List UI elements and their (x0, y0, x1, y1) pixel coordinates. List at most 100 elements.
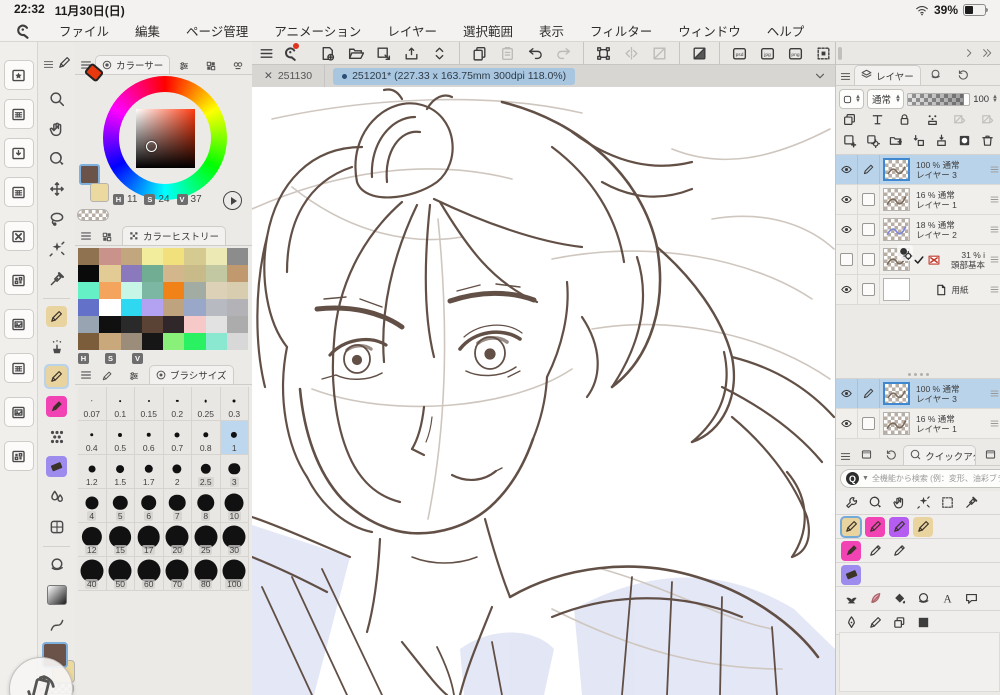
brush-size-30[interactable]: 30 (220, 523, 249, 557)
menu-item-レイヤー[interactable]: レイヤー (374, 21, 450, 40)
quick-feather[interactable] (865, 589, 885, 609)
history-swatch[interactable] (226, 333, 248, 350)
redo-button[interactable] (553, 43, 574, 63)
brush-size-0.25[interactable]: 0.25 (192, 387, 221, 421)
import-button[interactable] (373, 43, 394, 63)
quick-bubble[interactable] (961, 589, 981, 609)
history-swatch[interactable] (120, 282, 142, 299)
panel-menu-icon[interactable] (839, 70, 852, 83)
quick-pen[interactable] (889, 516, 909, 537)
menu-item-アニメーション[interactable]: アニメーション (261, 21, 374, 40)
menu-item-フィルター[interactable]: フィルター (577, 21, 665, 40)
quick-hand[interactable] (889, 493, 909, 513)
menu-item-ヘルプ[interactable]: ヘルプ (754, 21, 818, 40)
history-swatch[interactable] (141, 282, 163, 299)
palette-dock-folder-pattern[interactable] (3, 265, 34, 295)
history-swatch[interactable] (120, 333, 142, 350)
layer-drag-handle[interactable] (987, 245, 1000, 274)
menu-item-表示[interactable]: 表示 (526, 21, 577, 40)
tool-gradient[interactable] (44, 582, 69, 607)
secondary-color-swatch[interactable] (90, 183, 109, 202)
brush-size-0.5[interactable]: 0.5 (106, 421, 135, 455)
palette-dock-folder-image[interactable] (3, 397, 34, 427)
tool-magnifier[interactable] (44, 86, 69, 111)
layer-row-レイヤー 1[interactable]: 16 % 通常 レイヤー 1 (836, 185, 1000, 215)
saturation-value-box[interactable] (136, 109, 195, 168)
history-swatch[interactable] (184, 316, 206, 333)
brush-size-4[interactable]: 4 (78, 489, 107, 523)
quick-wand[interactable] (913, 493, 933, 513)
history-swatch[interactable] (99, 265, 121, 282)
quick-textA[interactable]: A (937, 589, 957, 609)
panel-menu-icon[interactable] (839, 450, 852, 463)
brush-size-2.5[interactable]: 2.5 (192, 455, 221, 489)
invert-button[interactable] (689, 43, 710, 63)
history-swatch[interactable] (141, 265, 163, 282)
tool-airbrush[interactable] (44, 334, 69, 359)
brush-size-0.3[interactable]: 0.3 (220, 387, 249, 421)
layer-thumbnail[interactable] (883, 245, 913, 271)
layer-drag-handle[interactable] (987, 215, 1000, 244)
quick-pencil[interactable] (865, 541, 885, 561)
undo-button[interactable] (525, 43, 546, 63)
layer-checkbox[interactable] (862, 193, 875, 206)
seltool-button[interactable] (813, 43, 834, 63)
brush-size-25[interactable]: 25 (192, 523, 221, 557)
history-swatch[interactable] (205, 265, 227, 282)
search-input[interactable]: Q ▼ 全機能から検索 (例：変形、油彩ブラシ) ✕ (840, 469, 1000, 488)
history-swatch[interactable] (78, 282, 100, 299)
newfolder-button[interactable] (888, 133, 903, 153)
history-swatch[interactable] (78, 316, 100, 333)
tab-color-slider[interactable] (172, 57, 197, 74)
brush-size-1.2[interactable]: 1.2 (78, 455, 107, 489)
layer-checkbox[interactable] (862, 223, 875, 236)
history-swatch[interactable] (226, 265, 248, 282)
panel-menu-icon[interactable] (79, 368, 93, 382)
quick-pencil[interactable] (889, 541, 909, 561)
double-chevron-icon[interactable] (981, 47, 993, 59)
palette-color-selector[interactable]: ▲ ▼ (839, 89, 864, 109)
brush-size-60[interactable]: 60 (135, 557, 164, 591)
layer-thumbnail[interactable] (883, 278, 910, 301)
tool-move[interactable] (44, 176, 69, 201)
history-swatch[interactable] (226, 299, 248, 316)
tab-layer-history[interactable] (951, 65, 977, 85)
brush-size-0.2[interactable]: 0.2 (163, 387, 192, 421)
quick-wrench[interactable] (841, 493, 861, 513)
layer-drag-handle[interactable] (987, 379, 1000, 408)
layer-checkbox[interactable] (862, 417, 875, 430)
maskicon-button[interactable] (957, 133, 972, 153)
quick-rotateview[interactable] (865, 493, 885, 513)
tool-tone[interactable] (44, 424, 69, 449)
palette-dock-folder-image[interactable] (3, 309, 34, 339)
history-swatch[interactable] (120, 299, 142, 316)
updown-button[interactable] (429, 43, 450, 63)
tab-sub-tool[interactable] (122, 367, 147, 384)
menu-item-編集[interactable]: 編集 (122, 21, 173, 40)
history-swatch[interactable] (163, 333, 185, 350)
layer-visibility[interactable] (836, 275, 858, 304)
history-swatch[interactable] (141, 333, 163, 350)
quick-smudge[interactable] (913, 589, 933, 609)
history-swatch[interactable] (163, 265, 185, 282)
history-swatch[interactable] (120, 265, 142, 282)
history-swatch[interactable] (226, 316, 248, 333)
history-sort-V[interactable]: V (132, 353, 143, 364)
transparent-color-swatch[interactable] (77, 209, 109, 221)
history-swatch[interactable] (205, 299, 227, 316)
tool-curve[interactable] (44, 612, 69, 637)
tool-pen[interactable] (44, 304, 69, 329)
layer-thumbnail[interactable] (883, 382, 910, 405)
brush-size-0.07[interactable]: 0.07 (78, 387, 107, 421)
history-swatch[interactable] (205, 316, 227, 333)
dotslock-button[interactable] (925, 112, 940, 132)
maskdis-button[interactable] (952, 112, 967, 132)
history-swatch[interactable] (99, 282, 121, 299)
layer-visibility[interactable] (836, 185, 858, 214)
tab-layer-property[interactable] (923, 65, 949, 85)
quick-bucket[interactable] (889, 589, 909, 609)
tool-smudge[interactable] (44, 552, 69, 577)
tab-quick-access[interactable]: クイックアク ▲▼ (903, 445, 977, 465)
brush-size-17[interactable]: 17 (135, 523, 164, 557)
history-swatch[interactable] (205, 333, 227, 350)
